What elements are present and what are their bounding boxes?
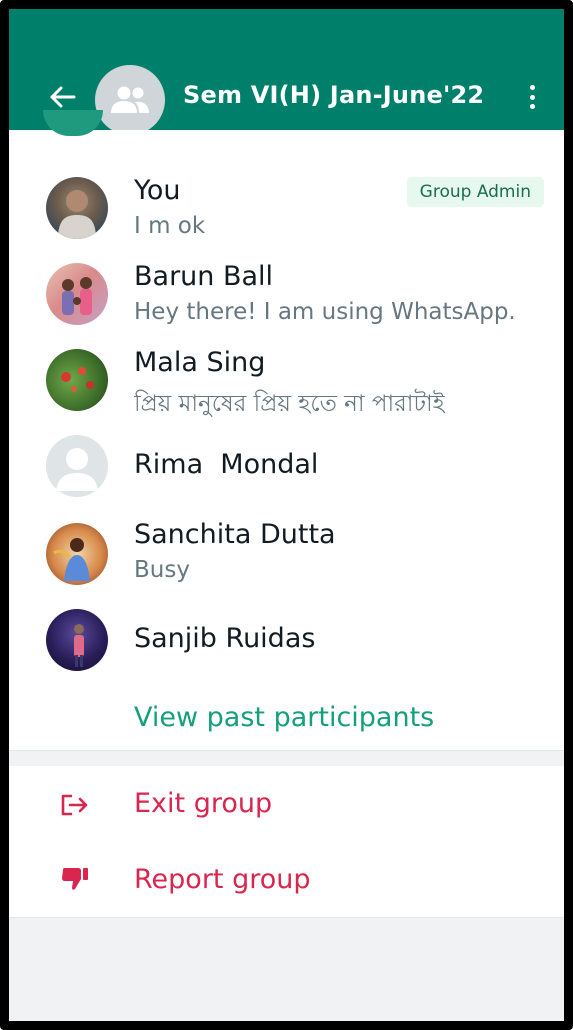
view-past-participants-link[interactable]: View past participants [134, 702, 434, 733]
report-group-button[interactable]: Report group [9, 842, 564, 918]
participant-row-sanchita-dutta[interactable]: Sanchita Dutta Busy [9, 509, 564, 595]
more-vertical-icon[interactable] [524, 81, 540, 113]
exit-group-label: Exit group [134, 788, 273, 819]
participant-name: Barun Ball [134, 261, 274, 292]
participants-list: You I m ok Group Admin Barun Ball Hey th… [9, 110, 564, 750]
thumbs-down-icon [59, 863, 91, 895]
exit-icon [59, 789, 91, 821]
group-actions: Exit group Report group [9, 766, 564, 918]
participant-about: Hey there! I am using WhatsApp. [134, 299, 516, 325]
avatar [46, 523, 108, 585]
participant-name: Sanjib Ruidas [134, 623, 316, 654]
group-avatar[interactable] [95, 65, 165, 135]
default-avatar-icon [46, 435, 108, 497]
phone-frame: Sem VI(H) Jan-June'22 You I m ok Group A… [0, 0, 573, 1030]
avatar [46, 349, 108, 411]
participant-name: Sanchita Dutta [134, 519, 336, 550]
group-icon [111, 86, 149, 113]
section-divider [9, 750, 564, 766]
avatar [46, 609, 108, 671]
participant-name: Rima Mondal [134, 449, 319, 480]
participant-name: Mala Sing [134, 347, 266, 378]
group-admin-badge: Group Admin [406, 177, 544, 207]
participant-row-you[interactable]: You I m ok Group Admin [9, 165, 564, 251]
report-group-label: Report group [134, 864, 311, 895]
participant-row-mala-sing[interactable]: Mala Sing প্রিয় মানুষের প্রিয় হতে না প… [9, 337, 564, 423]
participant-name: You [134, 175, 181, 206]
group-name[interactable]: Sem VI(H) Jan-June'22 [183, 81, 484, 109]
exit-group-button[interactable]: Exit group [9, 766, 564, 842]
avatar [46, 177, 108, 239]
participant-about: Busy [134, 557, 190, 583]
participant-about: প্রিয় মানুষের প্রিয় হতে না পারাটাই [134, 391, 445, 417]
participant-about: I m ok [134, 213, 206, 239]
participant-row-rima-mondal[interactable]: Rima Mondal [9, 423, 564, 509]
back-arrow-icon[interactable] [49, 83, 77, 111]
participant-row-sanjib-ruidas[interactable]: Sanjib Ruidas [9, 595, 564, 681]
scrolled-avatar-edge [43, 110, 103, 136]
participant-row-barun-ball[interactable]: Barun Ball Hey there! I am using WhatsAp… [9, 251, 564, 337]
avatar [46, 263, 108, 325]
